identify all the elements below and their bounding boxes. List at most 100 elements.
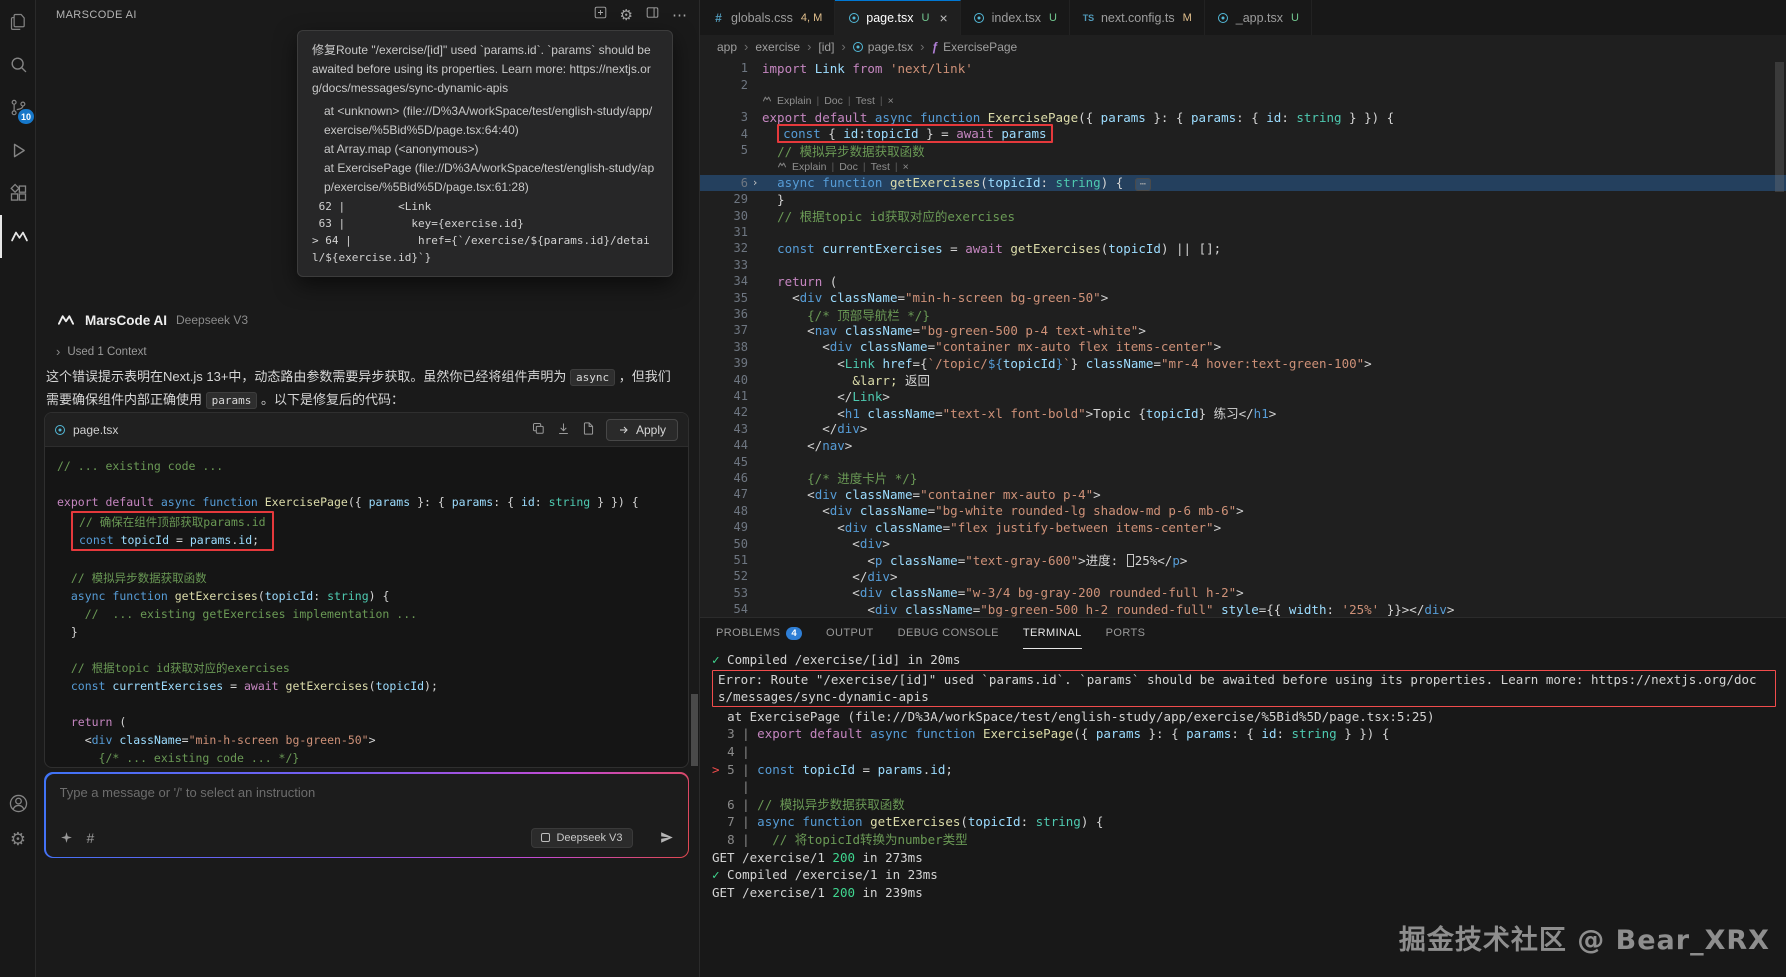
context-toggle[interactable]: › Used 1 Context — [56, 344, 147, 359]
line-number: 50 — [714, 537, 748, 551]
tab-label: next.config.ts — [1101, 11, 1175, 25]
context-icon[interactable]: # — [87, 831, 95, 845]
apply-button[interactable]: Apply — [606, 419, 678, 441]
tab-status: M — [1183, 12, 1192, 24]
code-line: 48 <div className="bg-white rounded-lg s… — [700, 503, 1786, 519]
code-line: 3export default async function ExerciseP… — [700, 109, 1786, 125]
more-icon[interactable]: ⋯ — [672, 8, 687, 23]
line-number: 43 — [714, 422, 748, 436]
editor-tab--app-tsx[interactable]: _app.tsxU — [1205, 0, 1312, 35]
code-text: <div className="flex justify-between ite… — [762, 520, 1221, 535]
file-type-ts-icon: TS — [1082, 13, 1095, 23]
panel-tab-debug-console[interactable]: DEBUG CONSOLE — [898, 618, 999, 649]
code-line: 31 — [700, 224, 1786, 240]
new-chat-icon[interactable] — [593, 5, 608, 25]
layout-icon[interactable] — [645, 5, 660, 25]
codelens-action[interactable]: Doc — [824, 95, 843, 107]
panel-tab-ports[interactable]: PORTS — [1106, 618, 1146, 649]
code-text: <nav className="bg-green-500 p-4 text-wh… — [762, 323, 1146, 338]
breadcrumb-item[interactable]: [id] — [818, 40, 834, 54]
chat-input[interactable] — [60, 785, 674, 800]
code-line: // ... existing code ... — [57, 457, 676, 475]
terminal-line: ✓ Compiled /exercise/1 in 23ms — [712, 866, 1776, 884]
panel-tab-problems[interactable]: PROBLEMS4 — [716, 618, 802, 649]
send-icon[interactable] — [659, 830, 674, 845]
editor-tab-page-tsx[interactable]: page.tsxU× — [835, 0, 960, 35]
code-line: 38 <div className="container mx-auto fle… — [700, 339, 1786, 355]
tab-status: U — [1291, 12, 1299, 24]
codelens-action[interactable]: Test — [856, 95, 875, 107]
codelens-action[interactable]: Explain — [777, 95, 811, 107]
marscode-icon[interactable] — [0, 215, 36, 258]
editor-tab-index-tsx[interactable]: index.tsx U — [961, 0, 1070, 35]
codelens-row: Explain|Doc|Test|× — [700, 93, 1786, 109]
react-icon — [853, 42, 863, 52]
code-text: <div className="bg-green-500 h-2 rounded… — [762, 602, 1454, 617]
context-label: Used 1 Context — [67, 346, 146, 358]
code-line: 47 <div className="container mx-auto p-4… — [700, 486, 1786, 502]
scrollbar-thumb[interactable] — [691, 694, 698, 766]
settings-icon[interactable]: ⚙ — [0, 818, 36, 861]
code-text: <div className="container mx-auto flex i… — [762, 339, 1221, 354]
code-line: } — [57, 623, 676, 641]
line-number: 51 — [714, 553, 748, 567]
tooltip-line: at Array.map (<anonymous>) — [312, 140, 658, 159]
skills-icon[interactable] — [60, 831, 73, 844]
code-line: async function getExercises(topicId: str… — [57, 587, 676, 605]
settings-icon[interactable]: ⚙ — [620, 8, 633, 23]
chat-panel-title: MARSCODE AI — [56, 9, 593, 21]
code-line — [57, 641, 676, 659]
line-number: 40 — [714, 373, 748, 387]
chevron-separator-icon: › — [920, 39, 924, 54]
editor-tab-next-config-ts[interactable]: TS next.config.ts M — [1070, 0, 1205, 35]
line-number: 4 — [714, 127, 748, 141]
terminal-line: 4 | — [712, 743, 1776, 761]
tab-label: globals.css — [731, 11, 793, 25]
marscode-logo-icon — [56, 310, 76, 330]
model-selector[interactable]: Deepseek V3 — [531, 828, 632, 848]
codelens-action[interactable]: Test — [871, 161, 890, 173]
editor-tab-globals-css[interactable]: #globals.css4, M — [700, 0, 835, 35]
terminal-line: ✓ Compiled /exercise/[id] in 20ms — [712, 651, 1776, 669]
breadcrumb-item[interactable]: page.tsx — [853, 40, 913, 54]
codelens-action[interactable]: Doc — [839, 161, 858, 173]
code-text: </nav> — [762, 438, 852, 453]
breadcrumb-item[interactable]: app — [717, 40, 737, 54]
terminal-line: > 5 | const topicId = params.id; — [712, 761, 1776, 779]
tab-status: U — [1049, 12, 1057, 24]
code-text: </Link> — [762, 389, 890, 404]
model-label: Deepseek V3 — [556, 832, 622, 844]
breadcrumb-item[interactable]: exercise — [755, 40, 800, 54]
code-editor[interactable]: 1import Link from 'next/link'2Explain|Do… — [700, 58, 1786, 617]
code-text: const { id:topicId } = await params — [762, 126, 1053, 141]
tab-label: index.tsx — [992, 11, 1041, 25]
file-type-react-icon — [973, 13, 986, 23]
tab-close-icon[interactable]: × — [939, 11, 947, 25]
code-line: const currentExercises = await getExerci… — [57, 677, 676, 695]
copy-icon[interactable] — [531, 421, 546, 439]
fold-icon[interactable]: › — [748, 176, 762, 189]
panel-tab-bar: PROBLEMS4 OUTPUT DEBUG CONSOLE TERMINAL PORT… — [700, 618, 1786, 649]
code-line: 36 {/* 顶部导航栏 */} — [700, 306, 1786, 322]
search-icon[interactable] — [0, 43, 36, 86]
insert-icon[interactable] — [556, 421, 571, 439]
extensions-icon[interactable] — [0, 172, 36, 215]
run-debug-icon[interactable] — [0, 129, 36, 172]
code-line — [57, 551, 676, 569]
panel-tab-output[interactable]: OUTPUT — [826, 618, 874, 649]
folded-code-indicator[interactable]: ⋯ — [1135, 178, 1151, 191]
codelens-action[interactable]: Explain — [792, 161, 826, 173]
breadcrumb-item[interactable]: ƒExercisePage — [931, 40, 1017, 54]
codelens-action[interactable]: × — [903, 161, 909, 173]
scrollbar-thumb[interactable] — [1775, 62, 1784, 192]
codelens-action[interactable]: × — [888, 95, 894, 107]
new-file-icon[interactable] — [581, 421, 596, 439]
inline-code: async — [570, 369, 615, 386]
panel-tab-terminal[interactable]: TERMINAL — [1023, 618, 1082, 649]
code-text: <div className="container mx-auto p-4"> — [762, 487, 1101, 502]
source-control-icon[interactable]: 10 — [0, 86, 36, 129]
code-card-filename: page.tsx — [73, 423, 118, 437]
code-line: 34 return ( — [700, 273, 1786, 289]
file-type-react-icon — [1217, 13, 1230, 23]
explorer-icon[interactable] — [0, 0, 36, 43]
